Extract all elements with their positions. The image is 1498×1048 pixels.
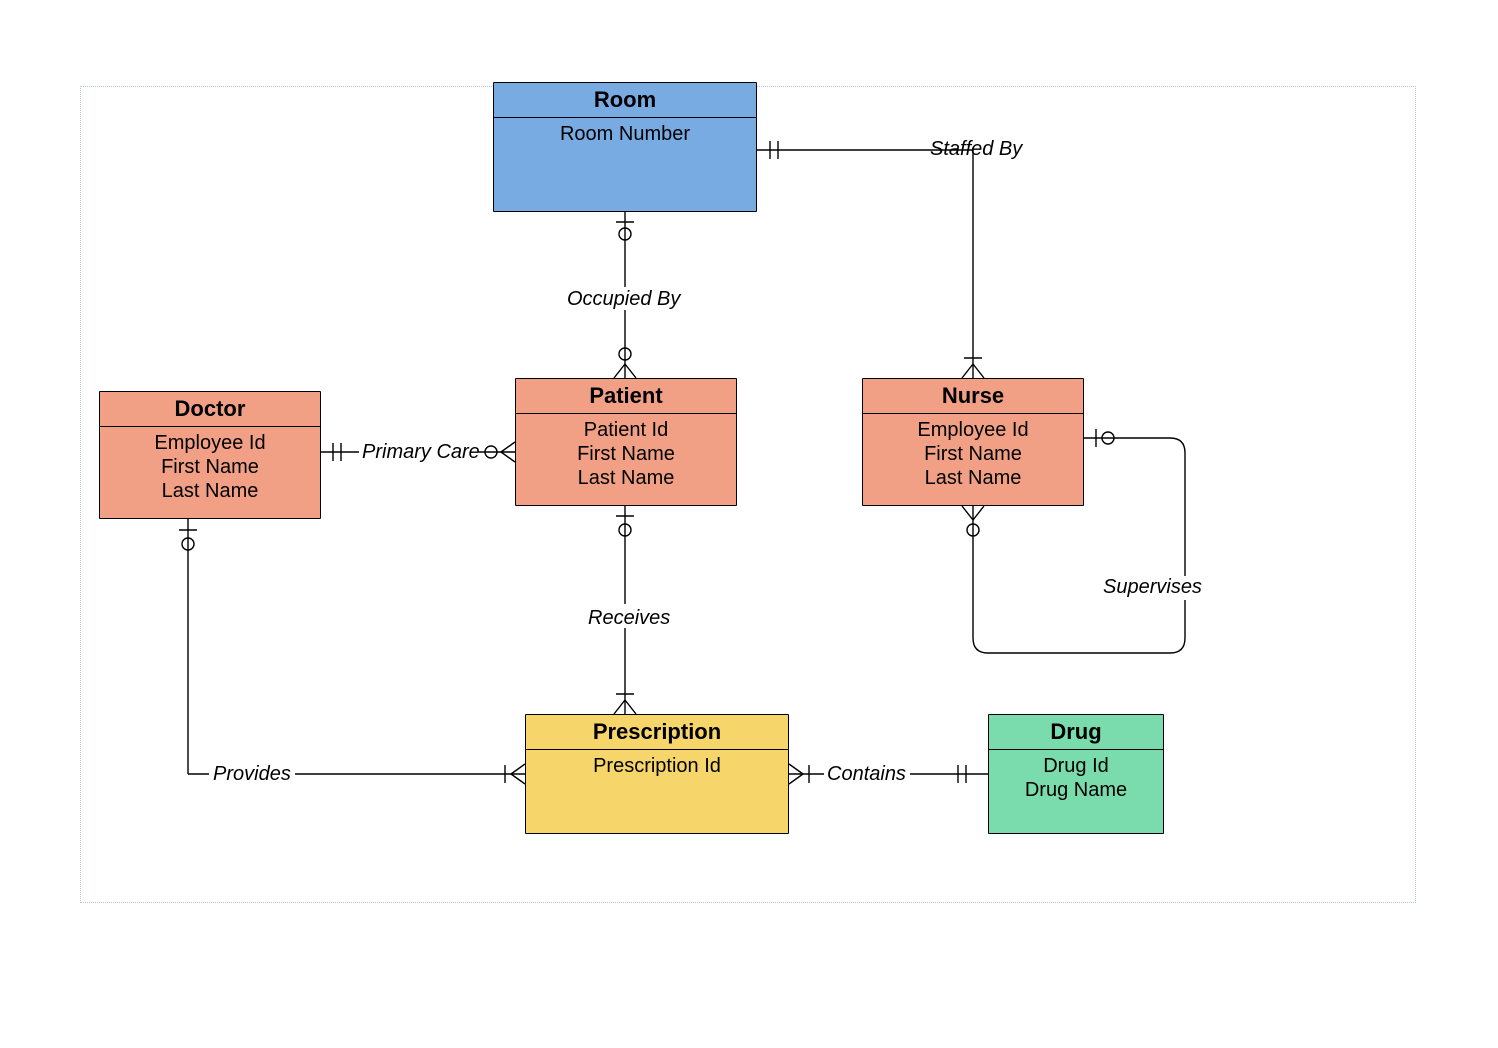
entity-attrs: Room Number <box>494 118 756 211</box>
entity-room[interactable]: Room Room Number <box>493 82 757 212</box>
entity-prescription[interactable]: Prescription Prescription Id <box>525 714 789 834</box>
entity-title: Nurse <box>863 379 1083 414</box>
entity-attr: Employee Id <box>106 431 314 455</box>
entity-attrs: Employee Id First Name Last Name <box>100 427 320 518</box>
entity-attrs: Employee Id First Name Last Name <box>863 414 1083 505</box>
entity-attr: Drug Name <box>995 778 1157 802</box>
entity-attrs: Patient Id First Name Last Name <box>516 414 736 505</box>
entity-patient[interactable]: Patient Patient Id First Name Last Name <box>515 378 737 506</box>
entity-attr: First Name <box>106 455 314 479</box>
entity-attr: Room Number <box>500 122 750 146</box>
entity-title: Drug <box>989 715 1163 750</box>
entity-attr: Prescription Id <box>532 754 782 778</box>
entity-drug[interactable]: Drug Drug Id Drug Name <box>988 714 1164 834</box>
rel-label-provides: Provides <box>213 763 291 786</box>
entity-title: Room <box>494 83 756 118</box>
rel-label-contains: Contains <box>827 763 906 786</box>
entity-title: Prescription <box>526 715 788 750</box>
rel-label-occupied-by: Occupied By <box>567 288 680 311</box>
entity-doctor[interactable]: Doctor Employee Id First Name Last Name <box>99 391 321 519</box>
entity-attr: Patient Id <box>522 418 730 442</box>
rel-label-receives: Receives <box>588 607 670 630</box>
entity-attr: Last Name <box>106 479 314 503</box>
rel-label-supervises: Supervises <box>1103 576 1202 599</box>
entity-nurse[interactable]: Nurse Employee Id First Name Last Name <box>862 378 1084 506</box>
entity-title: Doctor <box>100 392 320 427</box>
entity-attr: Employee Id <box>869 418 1077 442</box>
rel-label-staffed-by: Staffed By <box>930 138 1022 161</box>
entity-attr: Last Name <box>869 466 1077 490</box>
entity-attrs: Drug Id Drug Name <box>989 750 1163 833</box>
entity-title: Patient <box>516 379 736 414</box>
rel-label-primary-care: Primary Care <box>362 441 480 464</box>
entity-attr: Last Name <box>522 466 730 490</box>
entity-attr: First Name <box>522 442 730 466</box>
entity-attr: Drug Id <box>995 754 1157 778</box>
entity-attr: First Name <box>869 442 1077 466</box>
entity-attrs: Prescription Id <box>526 750 788 833</box>
